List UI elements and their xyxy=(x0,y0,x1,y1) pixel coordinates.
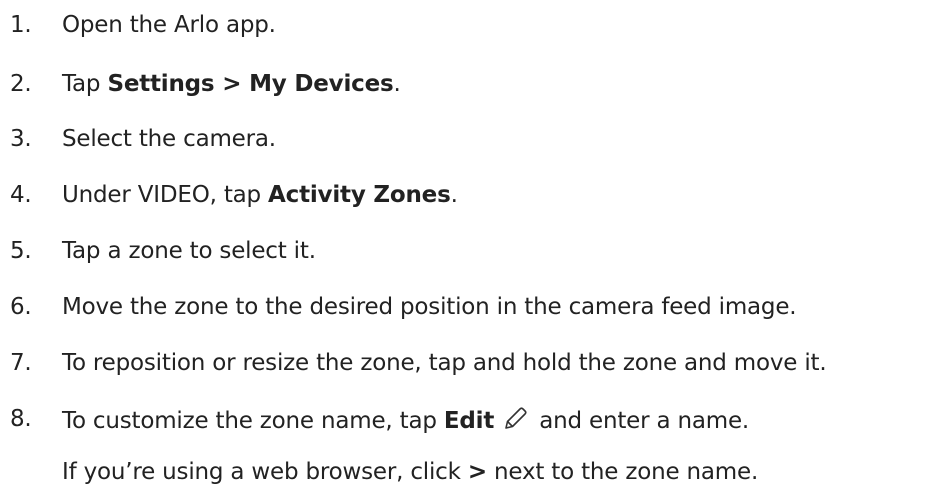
chevron-right-label: > xyxy=(467,459,487,485)
step-text-pre: Under VIDEO, tap xyxy=(62,182,269,208)
step-text-pre: Tap xyxy=(62,71,108,97)
note-text-post: next to the zone name. xyxy=(486,459,759,485)
activity-zones-label: Activity Zones xyxy=(268,182,451,208)
step-text: To customize the zone name, tap Edit and… xyxy=(62,404,749,436)
step-text-pre: To customize the zone name, tap xyxy=(62,408,444,434)
step-number: 8. xyxy=(10,406,32,432)
step-number: 1. xyxy=(10,12,32,38)
step-text: To reposition or resize the zone, tap an… xyxy=(62,350,827,376)
step-text: Select the camera. xyxy=(62,126,276,152)
step-text: Tap a zone to select it. xyxy=(62,238,316,264)
note-text-pre: If you’re using a web browser, click xyxy=(62,459,468,485)
step-number: 2. xyxy=(10,71,32,97)
step-number: 5. xyxy=(10,238,32,264)
step-number: 7. xyxy=(10,350,32,376)
step-number: 4. xyxy=(10,182,32,208)
step-text-post: . xyxy=(393,71,401,97)
edit-label: Edit xyxy=(443,408,495,434)
note-text: If you’re using a web browser, click > n… xyxy=(62,457,758,487)
step-number: 3. xyxy=(10,126,32,152)
settings-path: Settings > My Devices xyxy=(107,71,394,97)
pencil-edit-icon xyxy=(500,404,530,434)
step-number: 6. xyxy=(10,294,32,320)
step-text: Under VIDEO, tap Activity Zones. xyxy=(62,180,458,210)
step-text: Open the Arlo app. xyxy=(62,12,276,38)
step-text-post: . xyxy=(450,182,458,208)
instruction-list: 1. Open the Arlo app. 2. Tap Settings > … xyxy=(0,0,950,496)
step-text-post: and enter a name. xyxy=(532,408,750,434)
step-text: Move the zone to the desired position in… xyxy=(62,294,797,320)
step-text: Tap Settings > My Devices. xyxy=(62,69,401,99)
